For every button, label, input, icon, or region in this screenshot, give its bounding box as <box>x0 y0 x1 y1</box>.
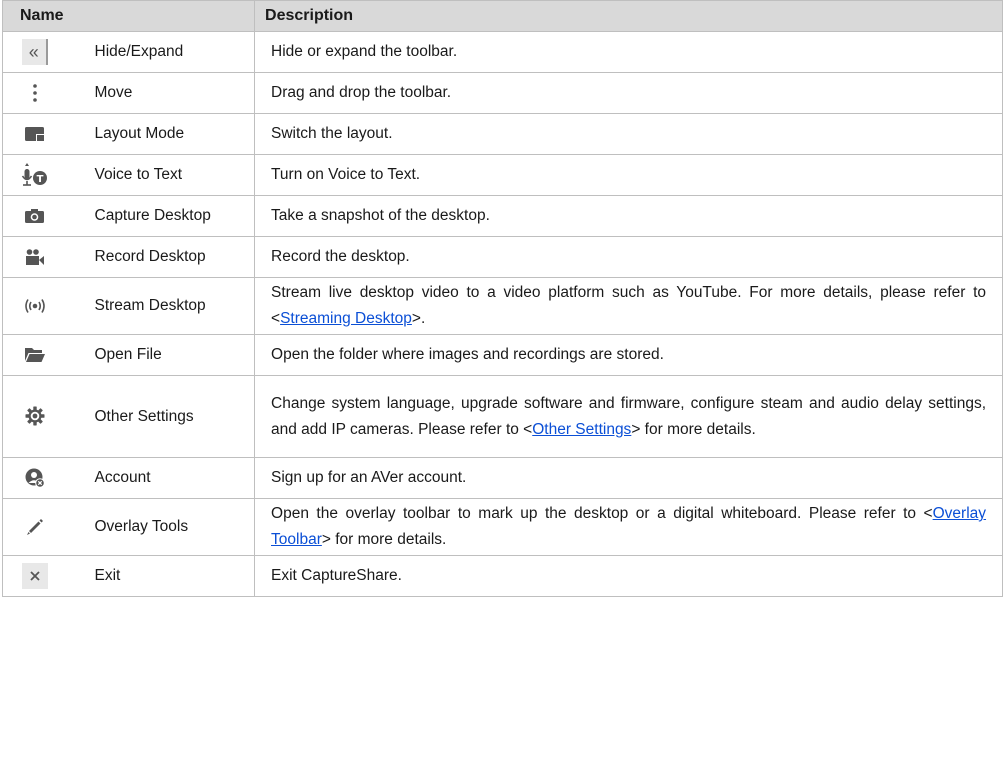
row-description: Drag and drop the toolbar. <box>254 72 1004 114</box>
row-name: Open File <box>66 334 256 376</box>
row-name: Layout Mode <box>66 113 256 155</box>
hide-expand-icon: « <box>21 39 48 65</box>
other-settings-link[interactable]: Other Settings <box>532 421 631 438</box>
toolbar-functions-table: Name Description « Hide/Expand Hide or e… <box>1 0 1004 597</box>
row-name: Other Settings <box>66 375 256 458</box>
table-row: Exit Exit CaptureShare. <box>2 555 1004 597</box>
table-row: Layout Mode Switch the layout. <box>2 113 1004 155</box>
stream-icon <box>22 293 48 319</box>
table-header-row: Name Description <box>1 0 1004 32</box>
row-description: Change system language, upgrade software… <box>254 375 1004 458</box>
table-row: Stream Desktop Stream live desktop video… <box>2 277 1004 335</box>
header-name: Name <box>1 0 256 32</box>
row-name: Voice to Text <box>66 154 256 196</box>
row-description: Take a snapshot of the desktop. <box>254 195 1004 237</box>
table-row: Overlay Tools Open the overlay toolbar t… <box>2 498 1004 556</box>
table-row: Move Drag and drop the toolbar. <box>2 72 1004 114</box>
move-icon <box>22 80 48 106</box>
row-name: Overlay Tools <box>66 498 256 556</box>
table-row: Other Settings Change system language, u… <box>2 375 1004 458</box>
layout-mode-icon <box>22 121 48 147</box>
video-camera-icon <box>22 244 48 270</box>
close-icon <box>21 563 48 589</box>
table-row: Capture Desktop Take a snapshot of the d… <box>2 195 1004 237</box>
svg-text:T: T <box>36 174 43 185</box>
row-name: Account <box>66 457 256 499</box>
account-icon <box>22 465 48 491</box>
table-row: Account Sign up for an AVer account. <box>2 457 1004 499</box>
row-description: Stream live desktop video to a video pla… <box>254 277 1004 335</box>
row-name: Capture Desktop <box>66 195 256 237</box>
gear-icon <box>22 404 48 430</box>
row-name: Move <box>66 72 256 114</box>
row-name: Exit <box>66 555 256 597</box>
row-description: Turn on Voice to Text. <box>254 154 1004 196</box>
row-description: Record the desktop. <box>254 236 1004 278</box>
table-row: Record Desktop Record the desktop. <box>2 236 1004 278</box>
folder-open-icon <box>22 342 48 368</box>
row-description: Exit CaptureShare. <box>254 555 1004 597</box>
streaming-desktop-link[interactable]: Streaming Desktop <box>280 310 412 327</box>
row-description: Switch the layout. <box>254 113 1004 155</box>
row-name: Stream Desktop <box>66 277 256 335</box>
row-name: Record Desktop <box>66 236 256 278</box>
row-name: Hide/Expand <box>66 31 256 73</box>
row-description: Open the overlay toolbar to mark up the … <box>254 498 1004 556</box>
row-description: Sign up for an AVer account. <box>254 457 1004 499</box>
voice-to-text-icon: T <box>20 162 50 188</box>
row-description: Open the folder where images and recordi… <box>254 334 1004 376</box>
camera-icon <box>22 203 48 229</box>
pencil-icon <box>22 514 48 540</box>
table-row: T Voice to Text Turn on Voice to Text. <box>2 154 1004 196</box>
table-row: « Hide/Expand Hide or expand the toolbar… <box>2 31 1004 73</box>
header-description: Description <box>254 0 1004 32</box>
table-row: Open File Open the folder where images a… <box>2 334 1004 376</box>
row-description: Hide or expand the toolbar. <box>254 31 1004 73</box>
